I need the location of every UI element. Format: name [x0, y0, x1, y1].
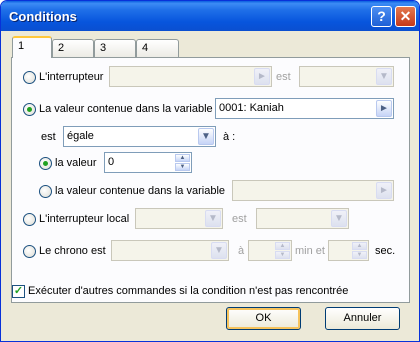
cancel-button[interactable]: Annuler: [325, 307, 400, 330]
variable-label: La valeur contenue dans la variable: [39, 103, 213, 115]
tab-4[interactable]: 4: [136, 39, 179, 57]
operator-value: égale: [67, 130, 94, 142]
spin-down-icon[interactable]: ▼: [175, 163, 190, 171]
switch-radio[interactable]: [23, 71, 36, 84]
timer-minutes-spinbox[interactable]: ▲ ▼: [248, 240, 292, 261]
help-button[interactable]: ?: [371, 6, 392, 27]
dialog-body: 1 2 3 4 L'interrupteur ► est ▼ La valeur…: [4, 31, 416, 339]
else-branch-label: Exécuter d'autres commandes si la condit…: [28, 285, 349, 297]
chevron-down-icon[interactable]: ▼: [205, 210, 221, 227]
local-switch-label: L'interrupteur local: [39, 213, 130, 225]
variable-picker[interactable]: 0001: Kaniah ►: [215, 98, 394, 119]
close-button[interactable]: ✕: [395, 6, 416, 27]
spin-down-icon[interactable]: ▼: [352, 251, 367, 259]
switch-label: L'interrupteur: [39, 71, 104, 83]
tab-2[interactable]: 2: [52, 39, 94, 57]
other-variable-label: la valeur contenue dans la variable: [55, 185, 226, 197]
tab-1[interactable]: 1: [12, 36, 52, 58]
timer-label: Le chrono est: [39, 245, 106, 257]
tab-3[interactable]: 3: [94, 39, 136, 57]
spin-down-icon[interactable]: ▼: [275, 251, 290, 259]
chevron-down-icon[interactable]: ▼: [376, 68, 392, 85]
chevron-down-icon[interactable]: ▼: [331, 210, 347, 227]
switch-state-combo[interactable]: ▼: [299, 66, 394, 87]
spin-up-icon[interactable]: ▲: [352, 242, 367, 250]
timer-sec-label: sec.: [375, 245, 396, 257]
operator-combo[interactable]: égale ▼: [63, 126, 216, 147]
timer-radio[interactable]: [23, 245, 36, 258]
chevron-right-icon[interactable]: ►: [376, 182, 392, 199]
spin-up-icon[interactable]: ▲: [175, 154, 190, 162]
chevron-right-icon[interactable]: ►: [376, 100, 392, 117]
chevron-right-icon[interactable]: ►: [254, 68, 270, 85]
spin-up-icon[interactable]: ▲: [275, 242, 290, 250]
else-branch-checkbox[interactable]: ✓: [12, 285, 25, 298]
local-switch-radio[interactable]: [23, 213, 36, 226]
local-switch-state-combo[interactable]: ▼: [256, 208, 349, 229]
other-variable-picker[interactable]: ►: [232, 180, 394, 201]
timer-op-combo[interactable]: ▼: [111, 240, 229, 261]
operator-suffix: à :: [223, 131, 236, 143]
value-label: la valeur: [55, 157, 97, 169]
local-switch-is-label: est: [232, 213, 247, 225]
conditions-dialog: Conditions ? ✕ 1 2 3 4 L'interrupteur ► …: [0, 0, 420, 342]
ok-button[interactable]: OK: [226, 307, 301, 330]
value-radio[interactable]: [39, 157, 52, 170]
timer-at-label: à: [238, 245, 245, 257]
value-spinbox[interactable]: 0 ▲ ▼: [104, 152, 192, 173]
variable-radio[interactable]: [23, 103, 36, 116]
other-variable-radio[interactable]: [39, 185, 52, 198]
variable-is-label: est: [41, 131, 56, 143]
switch-picker[interactable]: ►: [109, 66, 272, 87]
timer-seconds-spinbox[interactable]: ▲ ▼: [328, 240, 369, 261]
title-bar: Conditions ? ✕: [1, 1, 419, 31]
dialog-title: Conditions: [9, 9, 77, 24]
variable-value: 0001: Kaniah: [219, 102, 284, 114]
switch-is-label: est: [276, 71, 291, 83]
chevron-down-icon[interactable]: ▼: [211, 242, 227, 259]
local-switch-combo[interactable]: ▼: [135, 208, 223, 229]
timer-min-label: min et: [295, 245, 325, 257]
value-input[interactable]: 0: [108, 156, 114, 168]
chevron-down-icon[interactable]: ▼: [198, 128, 214, 145]
